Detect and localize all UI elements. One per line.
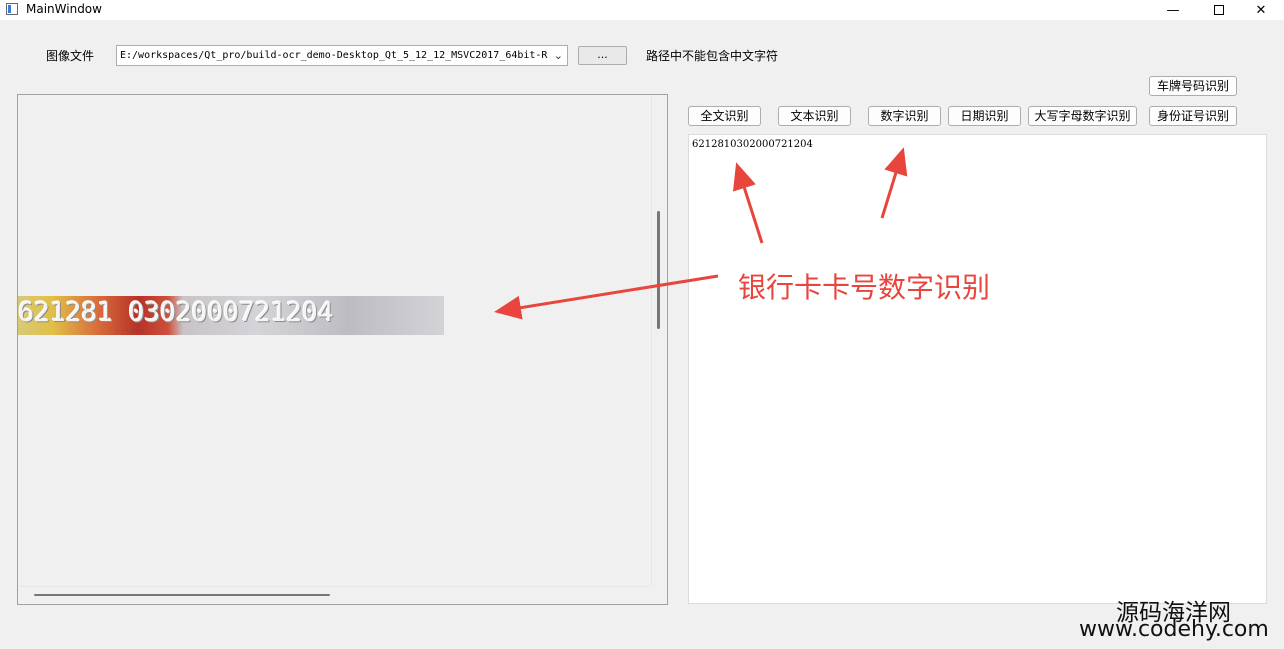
arrow-to-result [732, 162, 764, 244]
arrow-to-digit-button [880, 147, 908, 219]
annotation-arrows [494, 147, 908, 320]
arrow-to-image [494, 274, 719, 320]
annotation-label: 银行卡卡号数字识别 [738, 271, 991, 304]
watermark-url: www.codehy.com [1079, 617, 1269, 642]
